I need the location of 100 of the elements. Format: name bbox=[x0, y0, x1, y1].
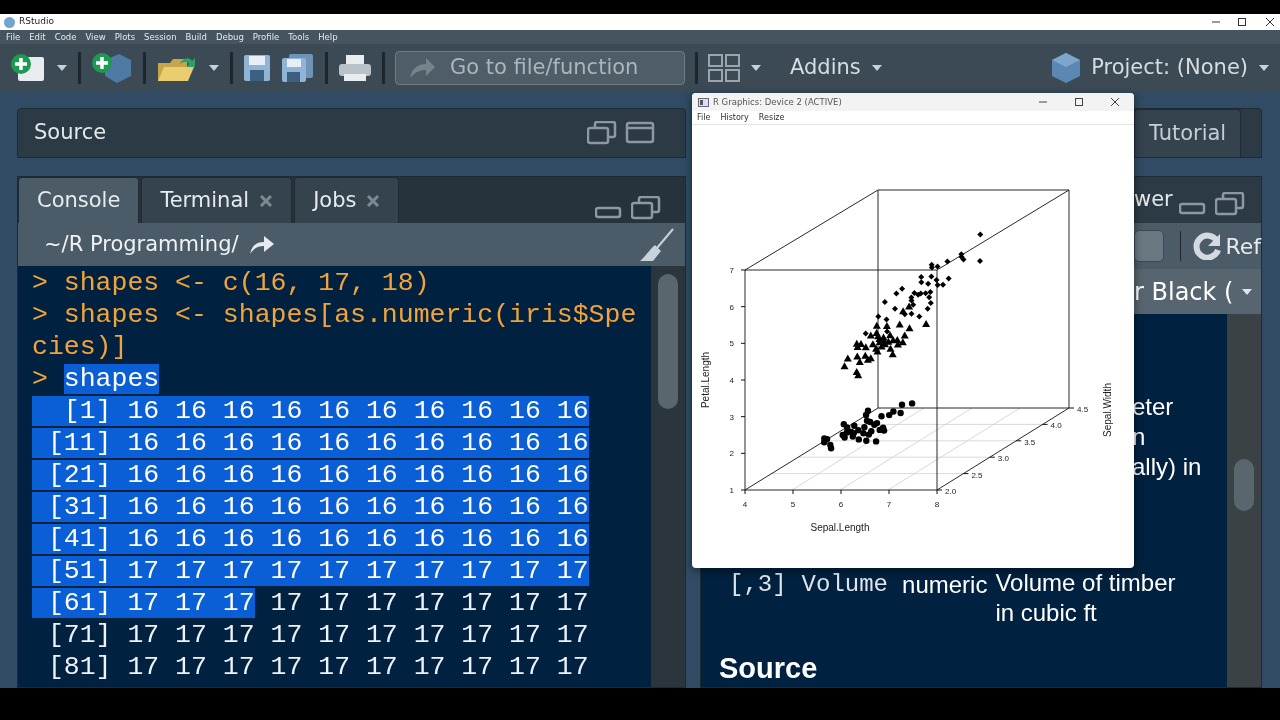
argument-description: Volume of timber in cubic ft bbox=[995, 568, 1177, 628]
tab[interactable]: Jobs bbox=[294, 177, 400, 223]
maximize-icon[interactable] bbox=[1236, 17, 1248, 27]
axis-title: Petal.Length bbox=[700, 351, 711, 409]
highlighted-text: [41] 16 16 16 16 16 16 16 16 16 16 bbox=[32, 524, 589, 554]
tick-label: 3.5 bbox=[1024, 437, 1036, 447]
menu-item[interactable]: Plots bbox=[114, 30, 136, 44]
highlighted-text: [21] 16 16 16 16 16 16 16 16 16 16 bbox=[32, 460, 589, 490]
grid-icon[interactable] bbox=[708, 54, 740, 82]
highlighted-text: [11] 16 16 16 16 16 16 16 16 16 16 bbox=[32, 428, 589, 458]
caret-icon[interactable] bbox=[750, 64, 762, 72]
console-command: cies)] bbox=[32, 332, 128, 362]
go-to-directory-icon[interactable] bbox=[248, 234, 275, 255]
project-menu[interactable]: Project: (None) bbox=[1091, 52, 1248, 84]
menu-item[interactable]: Build bbox=[185, 30, 207, 44]
menu-item[interactable]: Resize bbox=[758, 111, 785, 124]
highlighted-text: [61] 17 17 17 bbox=[32, 588, 255, 618]
tab[interactable]: Tutorial bbox=[1134, 109, 1242, 157]
caret-icon[interactable] bbox=[1241, 287, 1254, 296]
restore-icon[interactable] bbox=[587, 121, 617, 145]
tick-label: 1 bbox=[729, 486, 734, 495]
close-icon[interactable] bbox=[1264, 17, 1276, 27]
help-text: ally) in bbox=[1132, 452, 1202, 482]
restore-icon[interactable] bbox=[1215, 192, 1245, 216]
menu-item[interactable]: File bbox=[697, 111, 711, 124]
data-point bbox=[944, 258, 951, 265]
tick-label: 7 bbox=[729, 266, 734, 275]
tick-label: 4.5 bbox=[1077, 405, 1089, 414]
window-icon bbox=[698, 97, 709, 107]
tick-label: 2.0 bbox=[945, 487, 957, 496]
highlighted-text: [31] 16 16 16 16 16 16 16 16 16 16 bbox=[32, 492, 589, 522]
tab[interactable]: Console bbox=[18, 177, 140, 223]
menu-item[interactable]: Help bbox=[318, 30, 338, 44]
tick-label: 8 bbox=[934, 500, 940, 509]
console-output: [71] 17 17 17 17 17 17 17 17 17 17 bbox=[46, 620, 589, 650]
menu-item[interactable]: Tools bbox=[288, 30, 310, 44]
argument-name: Volume bbox=[801, 570, 889, 600]
tick-label: 2.5 bbox=[971, 470, 983, 480]
menu-item[interactable]: File bbox=[6, 30, 21, 44]
new-file-icon[interactable] bbox=[10, 53, 46, 83]
menu-item[interactable]: Profile bbox=[252, 30, 280, 44]
tab[interactable]: Terminal bbox=[141, 177, 293, 223]
tick-label: 5 bbox=[790, 500, 796, 509]
broom-icon[interactable] bbox=[639, 227, 675, 262]
tick-label: 4.0 bbox=[1050, 421, 1062, 431]
app-logo-icon bbox=[4, 16, 15, 28]
axis-title: Sepal.Width bbox=[1102, 383, 1113, 437]
cube-icon[interactable] bbox=[1051, 52, 1082, 84]
tick-label: 6 bbox=[838, 500, 844, 509]
tick-label: 3.0 bbox=[997, 454, 1009, 464]
menu-item[interactable]: History bbox=[720, 111, 749, 124]
tick-label: 2 bbox=[729, 449, 734, 459]
caret-icon[interactable] bbox=[56, 64, 68, 72]
menu-item[interactable]: Code bbox=[54, 30, 77, 44]
tick-label: 7 bbox=[886, 500, 892, 509]
window-title: RStudio bbox=[19, 15, 54, 29]
restore-icon[interactable] bbox=[631, 196, 661, 220]
caret-icon[interactable] bbox=[208, 64, 220, 72]
console-command: > bbox=[32, 364, 49, 394]
help-text: eter bbox=[1132, 392, 1174, 422]
data-point bbox=[908, 400, 916, 407]
console-command: > shapes <- c(16, 17, 18) bbox=[32, 268, 430, 298]
highlighted-text: shapes bbox=[63, 364, 160, 394]
highlighted-text: [1] 16 16 16 16 16 16 16 16 16 16 bbox=[32, 396, 589, 426]
menu-item[interactable]: View bbox=[85, 30, 106, 44]
refresh-icon[interactable] bbox=[1193, 232, 1222, 260]
scrollbar-thumb[interactable] bbox=[658, 274, 678, 409]
argument-index: [,3] bbox=[729, 570, 787, 600]
scrollbar-thumb[interactable] bbox=[1234, 459, 1254, 511]
caret-icon[interactable] bbox=[1258, 64, 1270, 72]
new-project-icon[interactable] bbox=[91, 52, 133, 84]
save-all-icon[interactable] bbox=[281, 53, 315, 83]
maximize-icon[interactable] bbox=[1074, 97, 1084, 107]
print-icon[interactable] bbox=[338, 54, 372, 82]
help-text: n bbox=[1132, 422, 1146, 452]
console-output: 17 17 17 17 17 17 17 bbox=[269, 588, 589, 618]
data-point bbox=[881, 299, 888, 306]
save-icon[interactable] bbox=[243, 54, 271, 82]
tick-label: 4 bbox=[742, 500, 748, 509]
menu-item[interactable]: Debug bbox=[215, 30, 244, 44]
tick-label: 5 bbox=[729, 339, 734, 349]
data-point bbox=[977, 257, 983, 264]
caret-icon[interactable] bbox=[870, 64, 883, 72]
pane-title: Source bbox=[33, 119, 107, 147]
window-title: R Graphics: Device 2 (ACTIVE) bbox=[713, 95, 842, 109]
menu-item[interactable]: Edit bbox=[29, 30, 46, 44]
menu-item[interactable]: Session bbox=[144, 30, 177, 44]
addins-menu[interactable]: Addins bbox=[790, 52, 861, 84]
close-icon[interactable] bbox=[1110, 97, 1120, 107]
tick-label: 4 bbox=[729, 376, 734, 385]
highlighted-text: [51] 17 17 17 17 17 17 17 17 17 17 bbox=[32, 556, 589, 586]
console-command: > shapes <- shapes[as.numeric(iris$Spe bbox=[32, 300, 637, 330]
argument-type: numeric bbox=[902, 570, 988, 600]
axis-title: Sepal.Length bbox=[810, 522, 870, 533]
text-field[interactable] bbox=[1134, 230, 1165, 262]
refresh-button[interactable]: Ref bbox=[1225, 229, 1261, 263]
theme-dropdown[interactable]: r Black ( bbox=[1134, 273, 1254, 310]
section-heading: Source bbox=[718, 652, 819, 684]
data-point bbox=[977, 231, 984, 238]
pane-title: wer bbox=[1134, 186, 1173, 214]
